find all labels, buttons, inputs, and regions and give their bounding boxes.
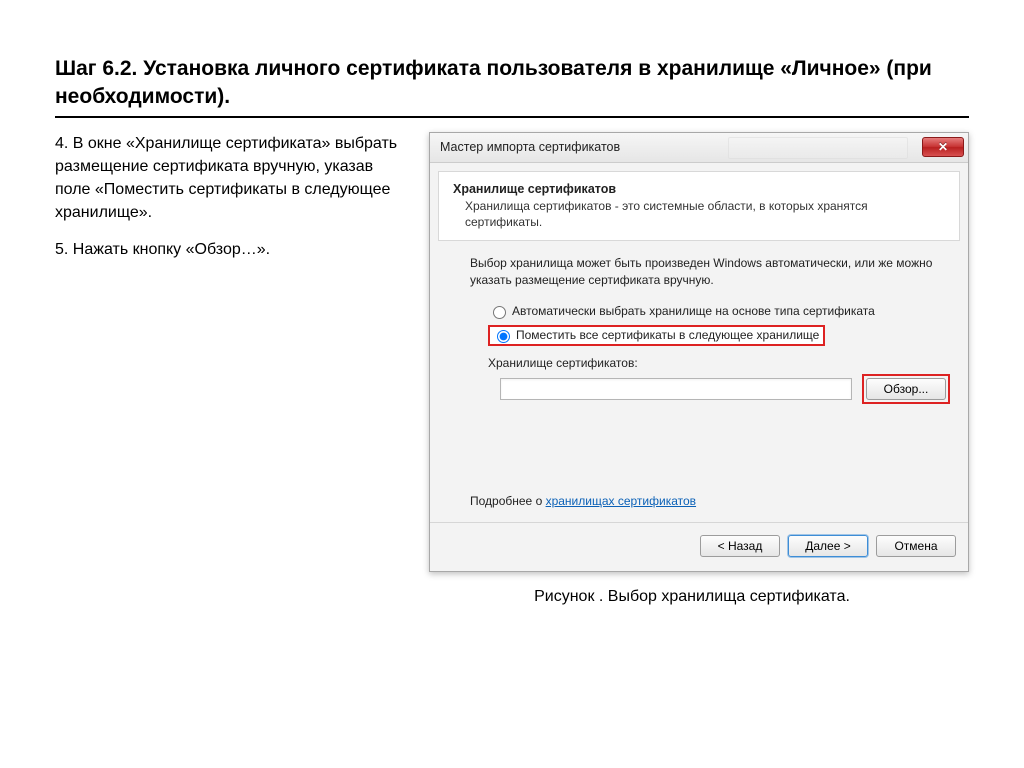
store-path-input[interactable] — [500, 378, 852, 400]
radio-auto-label: Автоматически выбрать хранилище на основ… — [512, 304, 875, 318]
instructions-panel: 4. В окне «Хранилище сертификата» выбрат… — [55, 132, 411, 276]
dialog-intro-text: Выбор хранилища может быть произведен Wi… — [470, 255, 942, 289]
page-title: Шаг 6.2. Установка личного сертификата п… — [55, 55, 969, 118]
next-button[interactable]: Далее > — [788, 535, 868, 557]
dialog-header-panel: Хранилище сертификатов Хранилища сертифи… — [438, 171, 960, 241]
dialog-footer: < Назад Далее > Отмена — [430, 522, 968, 571]
highlight-manual-radio: Поместить все сертификаты в следующее хр… — [488, 325, 825, 346]
instruction-step-5: 5. Нажать кнопку «Обзор…». — [55, 238, 411, 261]
dialog-titlebar: Мастер импорта сертификатов ✕ — [430, 133, 968, 163]
store-choice-radios: Автоматически выбрать хранилище на основ… — [488, 303, 950, 346]
radio-auto-store[interactable]: Автоматически выбрать хранилище на основ… — [488, 303, 950, 319]
radio-auto-input[interactable] — [493, 306, 506, 319]
instruction-step-4: 4. В окне «Хранилище сертификата» выбрат… — [55, 132, 411, 225]
background-window-hint — [728, 137, 908, 159]
browse-button[interactable]: Обзор... — [866, 378, 946, 400]
cert-import-wizard-dialog: Мастер импорта сертификатов ✕ Хранилище … — [429, 132, 969, 572]
figure-caption: Рисунок . Выбор хранилища сертификата. — [415, 588, 969, 606]
close-icon: ✕ — [938, 140, 948, 154]
back-button[interactable]: < Назад — [700, 535, 780, 557]
dialog-header-desc: Хранилища сертификатов - это системные о… — [465, 198, 945, 230]
dialog-title-text: Мастер импорта сертификатов — [440, 140, 620, 154]
content-columns: 4. В окне «Хранилище сертификата» выбрат… — [55, 132, 969, 572]
radio-manual-input[interactable] — [497, 330, 510, 343]
highlight-browse-button: Обзор... — [862, 374, 950, 404]
store-field-row: Обзор... — [500, 374, 950, 404]
close-button[interactable]: ✕ — [922, 137, 964, 157]
learn-more-link[interactable]: хранилищах сертификатов — [546, 494, 696, 508]
screenshot-area: Мастер импорта сертификатов ✕ Хранилище … — [429, 132, 969, 572]
dialog-header-title: Хранилище сертификатов — [453, 182, 945, 196]
store-field-label: Хранилище сертификатов: — [488, 356, 950, 370]
learn-more-row: Подробнее о хранилищах сертификатов — [470, 494, 950, 508]
radio-manual-label: Поместить все сертификаты в следующее хр… — [516, 328, 819, 342]
radio-manual-store[interactable]: Поместить все сертификаты в следующее хр… — [492, 327, 819, 343]
learn-more-prefix: Подробнее о — [470, 494, 546, 508]
cancel-button[interactable]: Отмена — [876, 535, 956, 557]
dialog-body: Хранилище сертификатов Хранилища сертифи… — [430, 163, 968, 522]
